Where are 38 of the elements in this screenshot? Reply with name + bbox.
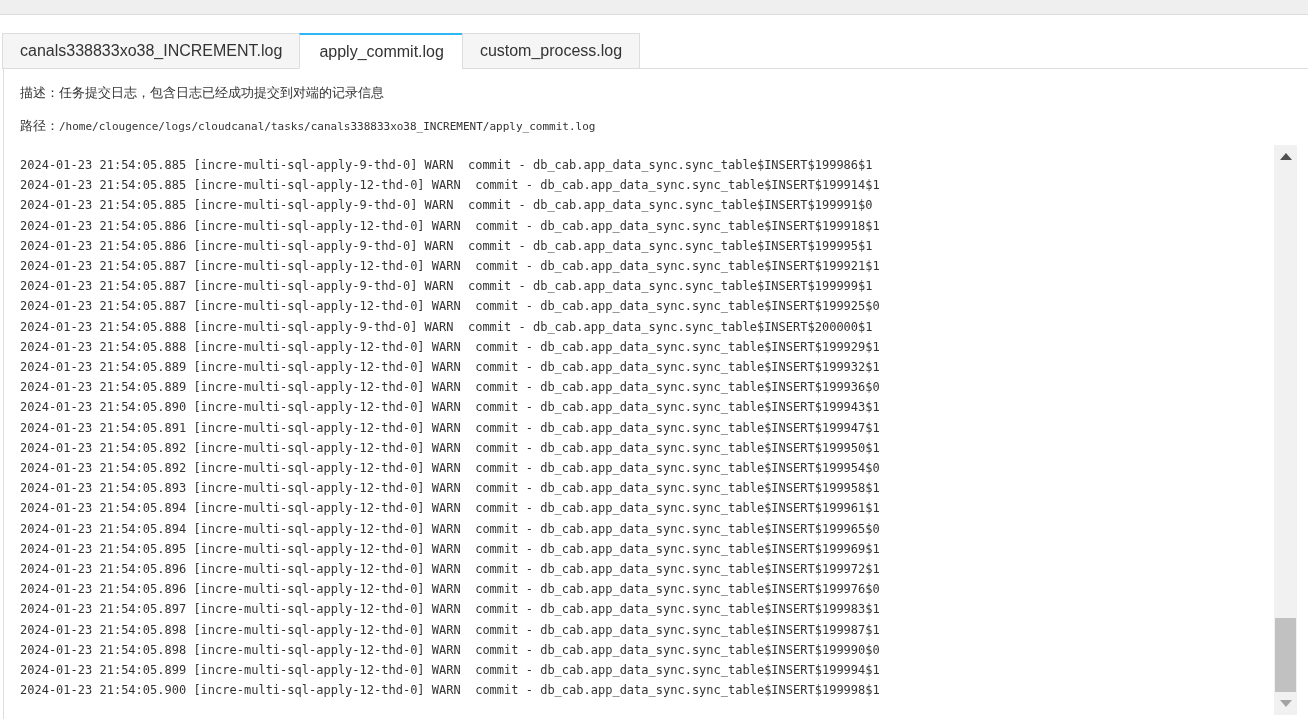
scroll-down-icon[interactable] xyxy=(1279,700,1292,707)
log-line: 2024-01-23 21:54:05.886 [incre-multi-sql-apply-9-thd-0] WARN commit - db_cab.app_data_sync.sync_table$INSERT$199995$1 xyxy=(20,237,874,255)
log-line: 2024-01-23 21:54:05.885 [incre-multi-sql-apply-9-thd-0] WARN commit - db_cab.app_data_sync.sync_table$INSERT$199991$0 xyxy=(20,197,874,215)
log-line: 2024-01-23 21:54:05.899 [incre-multi-sql-apply-12-thd-0] WARN commit - db_cab.app_data_sync.sync_table$INSERT$199994$1 xyxy=(20,662,881,680)
log-line: 2024-01-23 21:54:05.894 [incre-multi-sql-apply-12-thd-0] WARN commit - db_cab.app_data_sync.sync_table$INSERT$199961$1 xyxy=(20,500,881,518)
file-tab[interactable]: canals338833xo38_INCREMENT.log xyxy=(2,33,301,69)
file-tab[interactable]: custom_process.log xyxy=(461,33,641,69)
log-line: 2024-01-23 21:54:05.885 [incre-multi-sql-apply-9-thd-0] WARN commit - db_cab.app_data_sync.sync_table$INSERT$199986$1 xyxy=(20,157,874,174)
log-line: 2024-01-23 21:54:05.898 [incre-multi-sql-apply-12-thd-0] WARN commit - db_cab.app_data_sync.sync_table$INSERT$199990$0 xyxy=(20,641,881,659)
log-line: 2024-01-23 21:54:05.886 [incre-multi-sql-apply-12-thd-0] WARN commit - db_cab.app_data_sync.sync_table$INSERT$199918$1 xyxy=(20,217,881,235)
scroll-up-icon[interactable] xyxy=(1279,153,1292,160)
log-line: 2024-01-23 21:54:05.887 [incre-multi-sql-apply-12-thd-0] WARN commit - db_cab.app_data_sync.sync_table$INSERT$199925$0 xyxy=(20,298,881,316)
scroll-thumb[interactable] xyxy=(1275,618,1296,692)
log-line: 2024-01-23 21:54:05.893 [incre-multi-sql-apply-12-thd-0] WARN commit - db_cab.app_data_sync.sync_table$INSERT$199958$1 xyxy=(20,480,881,498)
log-line: 2024-01-23 21:54:05.894 [incre-multi-sql-apply-12-thd-0] WARN commit - db_cab.app_data_sync.sync_table$INSERT$199965$0 xyxy=(20,520,881,538)
log-line: 2024-01-23 21:54:05.887 [incre-multi-sql-apply-12-thd-0] WARN commit - db_cab.app_data_sync.sync_table$INSERT$199921$1 xyxy=(20,258,881,275)
log-line: 2024-01-23 21:54:05.896 [incre-multi-sql-apply-12-thd-0] WARN commit - db_cab.app_data_sync.sync_table$INSERT$199972$1 xyxy=(20,561,881,579)
log-line: 2024-01-23 21:54:05.892 [incre-multi-sql-apply-12-thd-0] WARN commit - db_cab.app_data_sync.sync_table$INSERT$199950$1 xyxy=(20,439,881,457)
file-tab[interactable]: apply_commit.log xyxy=(299,33,463,69)
log-line: 2024-01-23 21:54:05.895 [incre-multi-sql-apply-12-thd-0] WARN commit - db_cab.app_data_sync.sync_table$INSERT$199969$1 xyxy=(20,540,881,558)
log-line: 2024-01-23 21:54:05.900 [incre-multi-sql-apply-12-thd-0] WARN commit - db_cab.app_data_sync.sync_table$INSERT$199998$1 xyxy=(20,682,881,700)
log-line: 2024-01-23 21:54:05.887 [incre-multi-sql-apply-9-thd-0] WARN commit - db_cab.app_data_sync.sync_table$INSERT$199999$1 xyxy=(20,278,874,296)
log-line: 2024-01-23 21:54:05.885 [incre-multi-sql-apply-12-thd-0] WARN commit - db_cab.app_data_sync.sync_table$INSERT$199914$1 xyxy=(20,177,881,195)
log-line: 2024-01-23 21:54:05.889 [incre-multi-sql-apply-12-thd-0] WARN commit - db_cab.app_data_sync.sync_table$INSERT$199932$1 xyxy=(20,359,881,377)
log-line: 2024-01-23 21:54:05.888 [incre-multi-sql-apply-12-thd-0] WARN commit - db_cab.app_data_sync.sync_table$INSERT$199929$1 xyxy=(20,338,881,356)
path-text: /home/clougence/logs/cloudcanal/tasks/canals338833xo38_INCREMENT/apply_commit.log xyxy=(59,120,596,133)
log-line: 2024-01-23 21:54:05.889 [incre-multi-sql-apply-12-thd-0] WARN commit - db_cab.app_data_sync.sync_table$INSERT$199936$0 xyxy=(20,379,881,397)
log-line: 2024-01-23 21:54:05.896 [incre-multi-sql-apply-12-thd-0] WARN commit - db_cab.app_data_sync.sync_table$INSERT$199976$0 xyxy=(20,581,881,599)
scrollbar[interactable] xyxy=(1274,145,1297,715)
description-label: 描述： xyxy=(20,84,59,102)
log-line: 2024-01-23 21:54:05.897 [incre-multi-sql-apply-12-thd-0] WARN commit - db_cab.app_data_sync.sync_table$INSERT$199983$1 xyxy=(20,601,881,619)
log-line: 2024-01-23 21:54:05.891 [incre-multi-sql-apply-12-thd-0] WARN commit - db_cab.app_data_sync.sync_table$INSERT$199947$1 xyxy=(20,419,881,437)
description-text: 任务提交日志，包含日志已经成功提交到对端的记录信息 xyxy=(59,84,384,102)
log-line: 2024-01-23 21:54:05.890 [incre-multi-sql-apply-12-thd-0] WARN commit - db_cab.app_data_sync.sync_table$INSERT$199943$1 xyxy=(20,399,881,417)
log-line: 2024-01-23 21:54:05.888 [incre-multi-sql-apply-9-thd-0] WARN commit - db_cab.app_data_sync.sync_table$INSERT$200000$1 xyxy=(20,318,874,336)
log-line: 2024-01-23 21:54:05.892 [incre-multi-sql-apply-12-thd-0] WARN commit - db_cab.app_data_sync.sync_table$INSERT$199954$0 xyxy=(20,460,881,478)
log-line: 2024-01-23 21:54:05.898 [incre-multi-sql-apply-12-thd-0] WARN commit - db_cab.app_data_sync.sync_table$INSERT$199987$1 xyxy=(20,621,881,639)
path-label: 路径： xyxy=(20,117,59,135)
